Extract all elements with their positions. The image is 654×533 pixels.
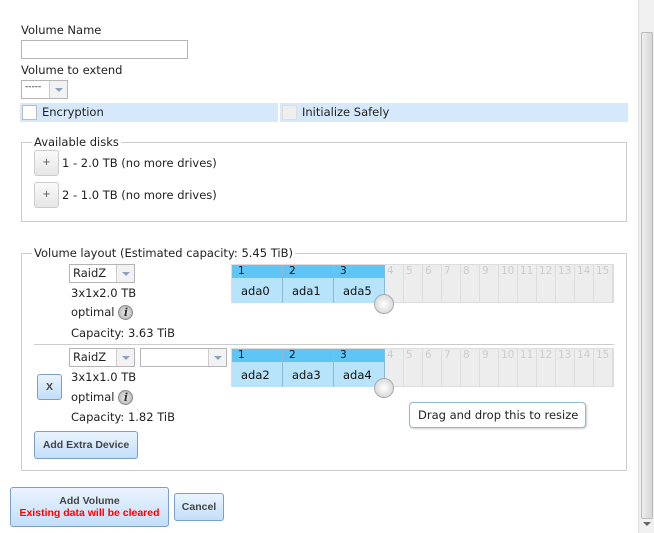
disk-slot-empty: 5 [404,265,423,303]
volume-name-label: Volume Name [21,23,102,37]
disk-name: ada1 [292,284,321,298]
slot-number: 3 [334,265,384,278]
vdev-status: optimal i [71,390,134,405]
resize-handle[interactable] [374,294,394,314]
slot-number: 3 [334,349,384,362]
disk-slot-filled: 1 ada2 [232,349,283,387]
disk-name: ada0 [241,284,270,298]
volume-name-input[interactable] [21,40,188,59]
slot-number: 2 [283,265,333,278]
encryption-checkbox[interactable] [22,105,37,120]
disk-slot-empty: 10 [499,265,518,303]
info-icon[interactable]: i [118,305,134,320]
volume-to-extend-label: Volume to extend [21,63,123,77]
init-safely-checkbox[interactable] [282,105,297,120]
disk-slot-empty: 11 [518,349,537,387]
disk-slot-empty: 9 [480,265,499,303]
disk-slot-empty: 14 [575,265,594,303]
disk-slot-empty: 7 [442,265,461,303]
disk-slot-empty: 15 [594,265,613,303]
disk-slot-empty: 10 [499,349,518,387]
cancel-button[interactable]: Cancel [174,493,224,521]
chevron-down-icon [49,81,67,98]
disk-slot-empty: 13 [556,265,575,303]
disk-slot-filled: 1 ada0 [232,265,283,303]
init-safely-label: Initialize Safely [302,105,390,119]
disk-slot-empty: 11 [518,265,537,303]
disk-name: ada2 [241,368,270,382]
chevron-down-icon [116,349,134,366]
volume-to-extend-select[interactable]: ----- [21,80,68,99]
remove-vdev-button[interactable]: X [37,374,62,400]
volume-layout-legend: Volume layout (Estimated capacity: 5.45 … [34,246,293,260]
resize-handle[interactable] [374,378,394,398]
disk-label: 2 - 1.0 TB (no more drives) [62,188,217,202]
disk-slot-empty: 12 [537,349,556,387]
disk-slot-empty: 6 [423,265,442,303]
disk-grid: 1 ada2 2 ada3 3 ada4 4 5 6 7 8 9 10 11 12 13 14 15 [231,348,614,387]
disk-grid: 1 ada0 2 ada1 3 ada5 4 5 6 7 8 9 10 11 12 13 14 15 [231,264,614,303]
divider [34,344,614,345]
vdev-size: 3x1x1.0 TB [71,370,137,384]
vdev-option-select[interactable] [140,348,227,367]
disk-slot-empty: 7 [442,349,461,387]
select-value: RaidZ [73,266,107,280]
vdev-status: optimal i [71,305,134,320]
resize-tooltip: Drag and drop this to resize [409,402,586,428]
slot-number: 2 [283,349,333,362]
encryption-row: Encryption [20,103,278,122]
add-volume-label: Add Volume [59,495,120,507]
available-disks-legend: Available disks [34,135,119,149]
disk-name: ada3 [292,368,321,382]
slot-number: 1 [232,349,282,362]
vdev-capacity: Capacity: 1.82 TiB [71,410,175,424]
chevron-down-icon [116,265,134,282]
init-safely-row: Initialize Safely [280,103,628,122]
disk-slot-filled: 2 ada3 [283,349,334,387]
disk-slot-empty: 8 [461,265,480,303]
disk-slot-empty: 9 [480,349,499,387]
vdev-type-select[interactable]: RaidZ [69,348,135,367]
status-text: optimal [71,305,115,319]
add-volume-warning: Existing data will be cleared [19,507,160,519]
disk-slot-empty: 14 [575,349,594,387]
disk-slot-empty: 13 [556,349,575,387]
add-volume-button[interactable]: Add Volume Existing data will be cleared [10,487,169,527]
add-disk-button[interactable]: + [34,182,59,208]
available-disks-panel: Available disks [21,135,627,222]
disk-slot-empty: 5 [404,349,423,387]
slot-number: 1 [232,265,282,278]
disk-label: 1 - 2.0 TB (no more drives) [62,156,217,170]
disk-slot-filled: 2 ada1 [283,265,334,303]
disk-slot-empty: 8 [461,349,480,387]
select-value: RaidZ [73,350,107,364]
chevron-down-icon [208,349,226,366]
disk-slot-empty: 15 [594,349,613,387]
scrollbar-thumb[interactable] [641,32,653,519]
info-icon[interactable]: i [118,390,134,405]
disk-slot-empty: 12 [537,265,556,303]
add-extra-device-button[interactable]: Add Extra Device [34,431,138,459]
encryption-label: Encryption [42,105,104,119]
scrollbar[interactable] [638,0,654,533]
vdev-size: 3x1x2.0 TB [71,286,137,300]
vdev-type-select[interactable]: RaidZ [69,264,135,283]
vdev-capacity: Capacity: 3.63 TiB [71,326,175,340]
add-disk-button[interactable]: + [34,150,59,176]
select-value: ----- [25,82,42,92]
scroll-down-icon[interactable] [643,522,651,526]
disk-slot-empty: 6 [423,349,442,387]
status-text: optimal [71,390,115,404]
